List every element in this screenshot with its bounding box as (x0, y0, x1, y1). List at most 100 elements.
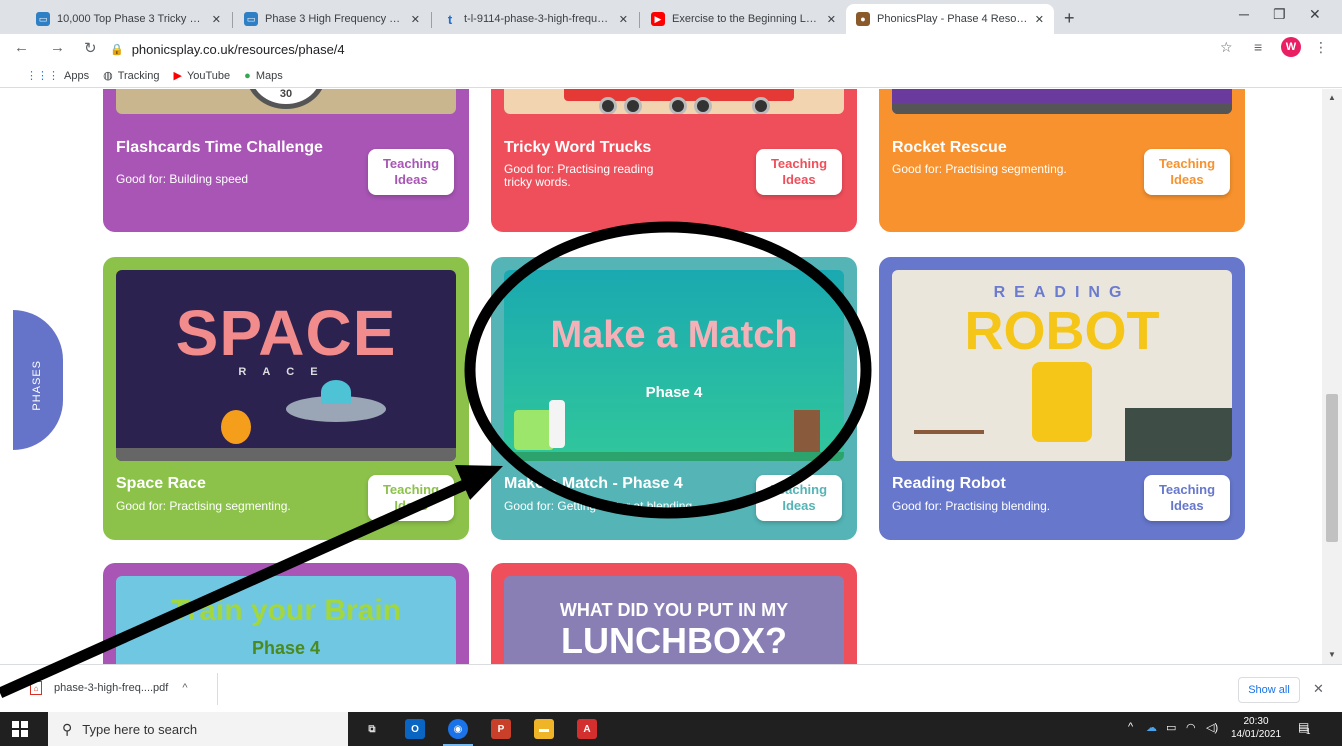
close-tab-icon[interactable]: ✕ (619, 13, 628, 26)
teaching-ideas-button[interactable]: Teaching Ideas (756, 475, 842, 521)
apps-grid-icon: ⋮⋮⋮ (26, 70, 59, 82)
card-title: Make a Match - Phase 4 (504, 475, 683, 492)
page-scrollbar[interactable]: ▲ ▼ (1322, 89, 1342, 664)
card-good-for: Good for: Practising segmenting. (116, 499, 291, 513)
battery-icon[interactable]: ▭ (1166, 721, 1176, 734)
chrome-icon[interactable]: ◉ (448, 719, 468, 739)
close-tab-icon[interactable]: ✕ (212, 13, 221, 26)
wifi-icon[interactable]: ◠ (1186, 721, 1196, 734)
tab-3[interactable]: t t-l-9114-phase-3-high-frequenc ✕ (433, 4, 638, 34)
volume-icon[interactable]: ◁) (1206, 721, 1218, 734)
star-icon[interactable]: ☆ (1220, 39, 1233, 56)
pdf-file-icon: ⌂ (30, 681, 42, 695)
card-space-race[interactable]: SPACE RACE Space Race Good for: Practisi… (103, 257, 469, 540)
teaching-ideas-button[interactable]: Teaching Ideas (1144, 149, 1230, 195)
taskbar-search[interactable]: ⚲ Type here to search (48, 712, 348, 746)
card-good-for: Good for: Practising blending. (892, 499, 1051, 513)
show-all-button[interactable]: Show all (1238, 677, 1300, 703)
card-art: Make a Match Phase 4 (504, 270, 844, 461)
bookmarks-bar: ⋮⋮⋮ Apps ◍ Tracking ▶ YouTube ● Maps (0, 64, 1342, 88)
back-icon[interactable]: ← (14, 39, 29, 56)
card-reading-robot[interactable]: READING ROBOT Reading Robot Good for: Pr… (879, 257, 1245, 540)
card-title: Rocket Rescue (892, 139, 1007, 156)
close-download-bar-icon[interactable]: ✕ (1313, 681, 1324, 697)
chevron-up-icon[interactable]: ^ (182, 682, 187, 694)
card-tricky-word-trucks[interactable]: Tricky Word Trucks Good for: Practising … (491, 89, 857, 232)
reading-list-icon[interactable]: ≡ (1254, 39, 1262, 55)
card-art (504, 89, 844, 114)
bookmark-apps[interactable]: ⋮⋮⋮ Apps (26, 69, 89, 83)
card-good-for: Good for: Building speed (116, 172, 249, 186)
alien-illustration (321, 380, 351, 404)
youtube-icon: ▶ (651, 12, 665, 26)
bookmark-maps[interactable]: ● Maps (244, 70, 283, 82)
tab-title: Phase 3 High Frequency Words a (265, 13, 405, 25)
profile-avatar[interactable]: W (1281, 37, 1301, 57)
card-good-for: Good for: Getting better at blending. (504, 499, 696, 513)
bookmark-youtube[interactable]: ▶ YouTube (173, 69, 230, 83)
card-lunchbox[interactable]: WHAT DID YOU PUT IN MY LUNCHBOX? (491, 563, 857, 664)
card-good-for: Good for: Practising segmenting. (892, 162, 1067, 176)
file-explorer-icon[interactable]: ▬ (534, 719, 554, 739)
tab-title: Exercise to the Beginning Letter S (672, 13, 821, 25)
card-rocket-rescue[interactable]: Rocket Rescue Good for: Practising segme… (879, 89, 1245, 232)
tab-title: t-l-9114-phase-3-high-frequenc (464, 13, 613, 25)
tab-4[interactable]: ▶ Exercise to the Beginning Letter S ✕ (641, 4, 846, 34)
reload-icon[interactable]: ↻ (84, 39, 97, 57)
scroll-up-icon[interactable]: ▲ (1328, 93, 1336, 102)
bookmark-tracking[interactable]: ◍ Tracking (103, 69, 159, 83)
close-window-icon[interactable]: ✕ (1309, 6, 1321, 23)
onedrive-icon[interactable]: ☁ (1146, 721, 1157, 734)
twinkl-icon: ▭ (244, 12, 258, 26)
card-art: SPACE RACE (116, 270, 456, 461)
windows-start-icon[interactable] (12, 721, 28, 737)
teaching-ideas-button[interactable]: Teaching Ideas (1144, 475, 1230, 521)
close-tab-icon[interactable]: ✕ (1035, 13, 1044, 26)
chevron-up-tray-icon[interactable]: ^ (1128, 721, 1133, 733)
bookshelf-illustration (914, 430, 984, 434)
scrollbar-thumb[interactable] (1326, 394, 1338, 542)
new-tab-icon[interactable]: + (1064, 8, 1075, 29)
robot-illustration (1032, 362, 1092, 442)
scroll-down-icon[interactable]: ▼ (1328, 650, 1336, 659)
tab-1[interactable]: ▭ 10,000 Top Phase 3 Tricky Words ✕ (26, 4, 231, 34)
close-tab-icon[interactable]: ✕ (827, 13, 836, 26)
card-train-your-brain[interactable]: Train your Brain Phase 4 (103, 563, 469, 664)
card-title: Space Race (116, 475, 206, 492)
card-art: 30 (116, 89, 456, 114)
powerpoint-icon[interactable]: P (491, 719, 511, 739)
taskbar-clock[interactable]: 20:30 14/01/2021 (1228, 715, 1284, 741)
card-art: Train your Brain Phase 4 (116, 576, 456, 664)
card-flashcards-time-challenge[interactable]: 30 Flashcards Time Challenge Good for: B… (103, 89, 469, 232)
outlook-icon[interactable]: O (405, 719, 425, 739)
lamp-illustration (514, 410, 554, 450)
t-icon: t (447, 11, 453, 27)
url-text: phonicsplay.co.uk/resources/phase/4 (131, 41, 345, 57)
teaching-ideas-button[interactable]: Teaching Ideas (368, 475, 454, 521)
teaching-ideas-button[interactable]: Teaching Ideas (368, 149, 454, 195)
teaching-ideas-button[interactable]: Teaching Ideas (756, 149, 842, 195)
stopwatch-icon: 30 (246, 89, 326, 109)
acrobat-icon[interactable]: A (577, 719, 597, 739)
task-view-icon[interactable]: ⧉ (362, 719, 382, 739)
address-bar[interactable]: 🔒 phonicsplay.co.uk/resources/phase/4 (110, 37, 1210, 61)
download-item[interactable]: ⌂ phase-3-high-freq....pdf ^ (30, 681, 188, 695)
minimize-icon[interactable]: ─ (1239, 6, 1249, 22)
milk-bottle-illustration (549, 400, 565, 448)
chalkboard-illustration (1125, 408, 1232, 461)
close-tab-icon[interactable]: ✕ (411, 13, 420, 26)
card-title: Reading Robot (892, 475, 1006, 492)
twinkl-icon: ▭ (36, 12, 50, 26)
forward-icon[interactable]: → (50, 39, 65, 56)
restore-icon[interactable]: ❐ (1273, 6, 1286, 23)
tab-5-active[interactable]: ● PhonicsPlay - Phase 4 Resources ✕ (846, 4, 1054, 34)
browser-toolbar: ← → ↻ 🔒 phonicsplay.co.uk/resources/phas… (0, 34, 1342, 64)
menu-kebab-icon[interactable]: ⋮ (1314, 39, 1328, 56)
card-art: WHAT DID YOU PUT IN MY LUNCHBOX? (504, 576, 844, 664)
tab-2[interactable]: ▭ Phase 3 High Frequency Words a ✕ (234, 4, 430, 34)
tab-title: 10,000 Top Phase 3 Tricky Words (57, 13, 206, 25)
notification-center-icon[interactable]: ▤ 1 (1298, 720, 1314, 736)
card-make-a-match-phase-4[interactable]: Make a Match Phase 4 Make a Match - Phas… (491, 257, 857, 540)
download-bar: ⌂ phase-3-high-freq....pdf ^ Show all ✕ (0, 664, 1342, 712)
phases-side-tab[interactable]: PHASES (13, 310, 63, 450)
